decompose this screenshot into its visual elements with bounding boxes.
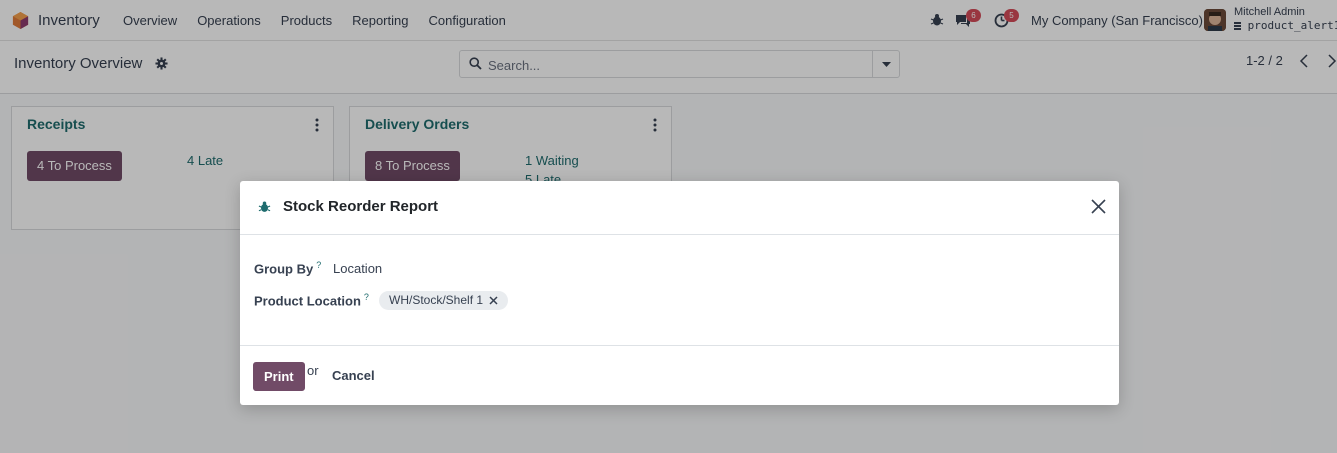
- dialog-title: Stock Reorder Report: [283, 198, 439, 215]
- group-by-label: Group By?: [254, 260, 321, 276]
- close-icon[interactable]: [1090, 198, 1107, 215]
- product-location-help-icon[interactable]: ?: [364, 292, 369, 302]
- remove-tag-icon[interactable]: [489, 296, 498, 305]
- group-by-field[interactable]: Location: [333, 261, 382, 276]
- location-tag: WH/Stock/Shelf 1: [379, 291, 509, 310]
- stock-reorder-report-dialog: Stock Reorder Report Group By? Location …: [240, 181, 1119, 405]
- group-by-help-icon[interactable]: ?: [316, 260, 321, 270]
- dialog-footer: Print or Cancel: [240, 345, 1119, 405]
- product-location-label-text: Product Location: [254, 293, 361, 309]
- print-button[interactable]: Print: [253, 362, 305, 391]
- cancel-button[interactable]: Cancel: [332, 368, 375, 383]
- or-separator: or: [307, 363, 319, 378]
- product-location-label: Product Location?: [254, 292, 369, 308]
- group-by-label-text: Group By: [254, 261, 314, 277]
- dialog-header: Stock Reorder Report: [240, 181, 1119, 235]
- location-tag-label: WH/Stock/Shelf 1: [389, 293, 484, 307]
- bug-icon: [258, 201, 271, 212]
